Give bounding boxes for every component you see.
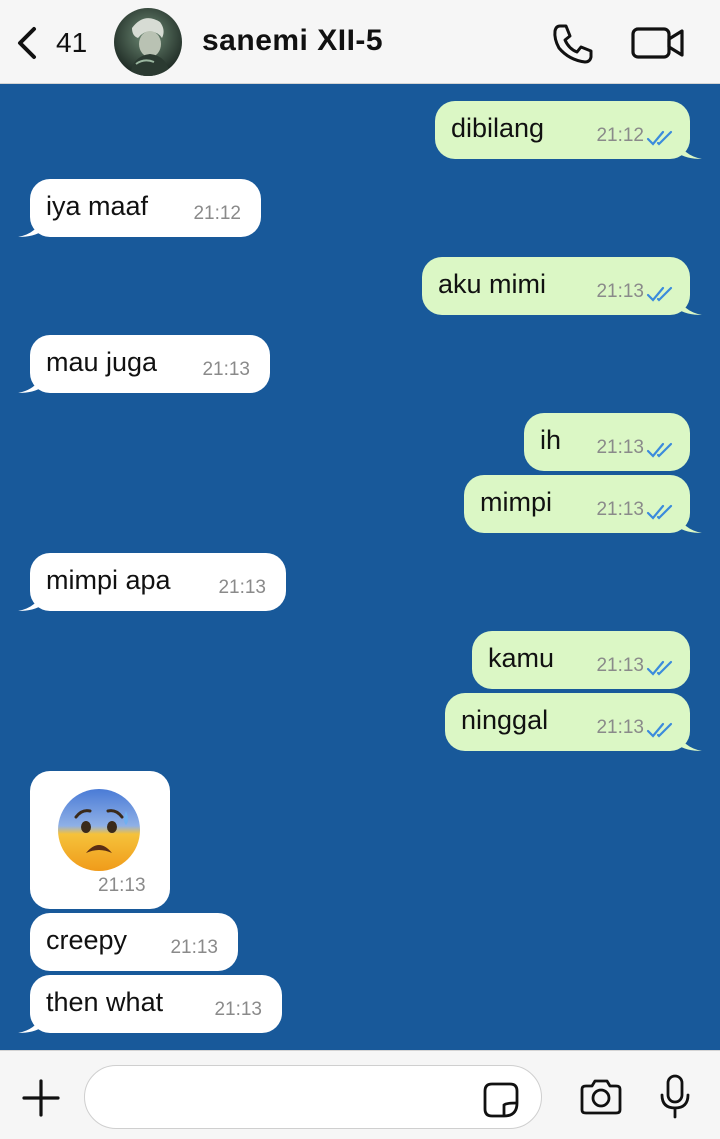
message-time: 21:13	[596, 717, 644, 738]
message-bubble-outgoing[interactable]: mimpi 21:13	[464, 475, 702, 533]
camera-icon	[580, 1079, 622, 1115]
message-input[interactable]	[84, 1065, 542, 1129]
microphone-button[interactable]	[658, 1073, 692, 1121]
message-bubble-incoming[interactable]: mimpi apa 21:13	[18, 553, 286, 611]
message-time: 21:12	[193, 203, 241, 224]
camera-button[interactable]	[578, 1077, 624, 1117]
message-composer	[0, 1050, 720, 1139]
message-text: then what	[46, 987, 164, 1017]
message-time: 21:13	[98, 875, 146, 896]
bubble-tail	[18, 373, 42, 393]
read-receipt-icon	[646, 286, 673, 302]
video-camera-icon	[631, 27, 684, 59]
message-time: 21:13	[596, 281, 644, 302]
message-bubble-outgoing[interactable]: aku mimi 21:13	[422, 257, 702, 315]
message-text: mau juga	[46, 347, 158, 377]
message-text: dibilang	[451, 113, 545, 143]
message-text: aku mimi	[438, 269, 547, 299]
bubble-tail	[18, 1013, 42, 1033]
read-receipt-icon	[646, 660, 673, 676]
sticker-button[interactable]	[482, 1081, 520, 1119]
message-time: 21:13	[170, 937, 218, 958]
message-time: 21:13	[596, 437, 644, 458]
message-bubble-incoming[interactable]: creepy 21:13	[30, 913, 238, 971]
bubble-tail	[678, 731, 702, 751]
back-button[interactable]: 41	[14, 22, 104, 64]
contact-avatar[interactable]	[114, 8, 182, 76]
message-bubble-incoming[interactable]: then what 21:13	[18, 975, 282, 1033]
chevron-left-icon	[18, 27, 36, 59]
message-bubble-incoming[interactable]: iya maaf 21:12	[18, 179, 261, 237]
message-text: mimpi	[480, 487, 552, 517]
message-time: 21:13	[218, 577, 266, 598]
voice-call-button[interactable]	[550, 20, 596, 66]
message-text: ninggal	[461, 705, 549, 735]
phone-icon	[553, 24, 593, 64]
message-time: 21:13	[596, 655, 644, 676]
message-bubble-incoming[interactable]: mau juga 21:13	[18, 335, 270, 393]
message-bubble-outgoing[interactable]: ninggal 21:13	[445, 693, 702, 751]
plus-icon	[22, 1079, 60, 1117]
read-receipt-icon	[646, 504, 673, 520]
read-receipt-icon	[646, 442, 673, 458]
message-bubble-incoming-emoji[interactable]: 21:13	[30, 771, 170, 909]
message-text: creepy	[46, 925, 128, 955]
message-text: ih	[540, 425, 562, 455]
anxious-face-emoji-icon	[58, 789, 140, 871]
read-receipt-icon	[646, 722, 673, 738]
message-text: kamu	[488, 643, 555, 673]
message-time: 21:12	[596, 125, 644, 146]
message-time: 21:13	[596, 499, 644, 520]
unread-count: 41	[56, 27, 88, 58]
message-bubble-outgoing[interactable]: kamu 21:13	[472, 631, 690, 689]
sticker-icon	[483, 1082, 519, 1118]
message-text: mimpi apa	[46, 565, 171, 595]
attach-button[interactable]	[20, 1077, 62, 1119]
message-list[interactable]: dibilang 21:12 iya maaf 21:12 aku mimi 2…	[0, 84, 720, 1050]
bubble-tail	[678, 513, 702, 533]
message-time: 21:13	[202, 359, 250, 380]
message-text: iya maaf	[46, 191, 149, 221]
bubble-tail	[678, 139, 702, 159]
bubble-tail	[18, 591, 42, 611]
message-time: 21:13	[214, 999, 262, 1020]
chat-header: 41 sanemi XII-5	[0, 0, 720, 84]
microphone-icon	[660, 1074, 690, 1119]
message-bubble-outgoing[interactable]: ih 21:13	[524, 413, 690, 471]
contact-name[interactable]: sanemi XII-5	[202, 24, 383, 58]
video-call-button[interactable]	[630, 22, 686, 64]
bubble-tail	[18, 217, 42, 237]
read-receipt-icon	[646, 130, 673, 146]
bubble-tail	[678, 295, 702, 315]
message-bubble-outgoing[interactable]: dibilang 21:12	[435, 101, 702, 159]
